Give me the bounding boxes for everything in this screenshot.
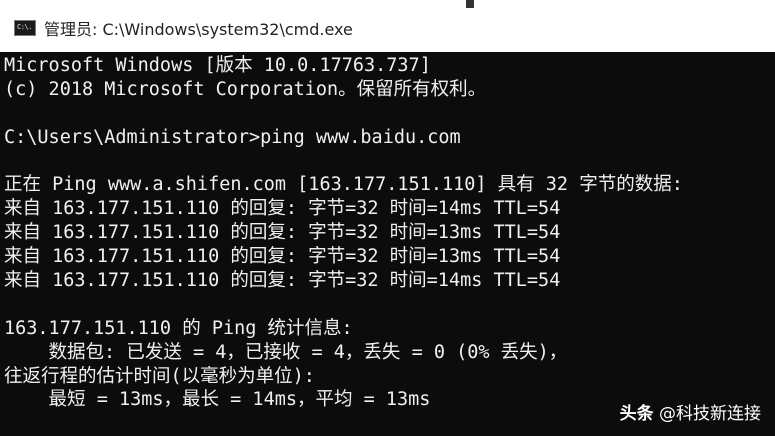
console-line: 数据包: 已发送 = 4，已接收 = 4，丢失 = 0 (0% 丢失)，	[4, 341, 568, 363]
cmd-app-icon[interactable]: C:\.	[14, 20, 36, 36]
console-line: 往返行程的估计时间(以毫秒为单位):	[4, 365, 315, 387]
console-line: 来自 163.177.151.110 的回复: 字节=32 时间=14ms TT…	[4, 270, 561, 292]
console-line: 来自 163.177.151.110 的回复: 字节=32 时间=13ms TT…	[4, 246, 561, 268]
watermark-logo: 头条	[619, 404, 654, 424]
console-lines: Microsoft Windows [版本 10.0.17763.737] (c…	[4, 54, 683, 412]
window-titlebar[interactable]: C:\. 管理员: C:\Windows\system32\cmd.exe	[0, 0, 775, 52]
console-line: 来自 163.177.151.110 的回复: 字节=32 时间=14ms TT…	[4, 198, 561, 220]
console-line: 来自 163.177.151.110 的回复: 字节=32 时间=13ms TT…	[4, 222, 561, 244]
console-line: 163.177.151.110 的 Ping 统计信息:	[4, 317, 353, 339]
background-window-edge	[466, 0, 474, 8]
watermark: 头条 @科技新连接	[620, 399, 761, 424]
console-output-area[interactable]: Microsoft Windows [版本 10.0.17763.737] (c…	[0, 52, 775, 436]
console-line: 正在 Ping www.a.shifen.com [163.177.151.11…	[4, 174, 683, 196]
window-title: 管理员: C:\Windows\system32\cmd.exe	[44, 20, 353, 39]
watermark-handle: @科技新连接	[653, 404, 761, 424]
console-line: Microsoft Windows [版本 10.0.17763.737]	[4, 55, 431, 76]
console-line: 最短 = 13ms，最长 = 14ms，平均 = 13ms	[4, 389, 431, 411]
cmd-icon-glyph: C:\.	[17, 23, 32, 31]
console-line: C:\Users\Administrator>ping www.baidu.co…	[4, 126, 461, 148]
console-line: (c) 2018 Microsoft Corporation。保留所有权利。	[4, 78, 487, 100]
